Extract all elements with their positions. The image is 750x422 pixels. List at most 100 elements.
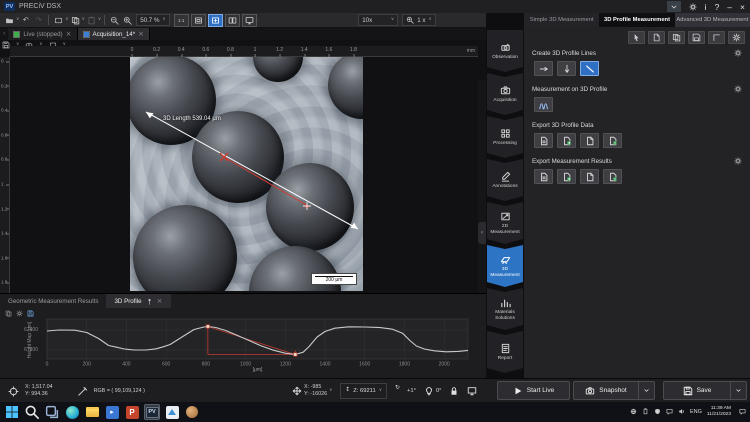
chart-settings-icon[interactable]: [16, 310, 23, 317]
measurement-overlay[interactable]: [130, 57, 363, 291]
panel-tab[interactable]: Advanced 3D Measurement: [675, 13, 750, 27]
workflow-step-processing[interactable]: Processing: [487, 116, 523, 158]
paste-button[interactable]: [85, 14, 98, 27]
objective-select[interactable]: 10x ∨: [358, 14, 398, 26]
panel-tab[interactable]: Simple 3D Measurement: [524, 13, 599, 27]
copy-chart-icon[interactable]: [5, 310, 12, 317]
copy-file-button[interactable]: [648, 31, 665, 44]
taskbar-task-view-icon[interactable]: [44, 404, 60, 420]
workflow-step-3d-measurement[interactable]: 3D Measurement: [487, 245, 523, 287]
taskbar-file-explorer-icon[interactable]: [84, 404, 100, 420]
volume-tray-icon[interactable]: [678, 408, 685, 415]
stage-xy-control[interactable]: X: -985Y: -16026 ∨: [292, 384, 332, 398]
duplicate-file-button[interactable]: [668, 31, 685, 44]
security-tray-icon[interactable]: [654, 408, 661, 415]
snapshot-button[interactable]: Snapshot: [573, 381, 655, 400]
save-button[interactable]: Save: [663, 381, 747, 400]
chevron-icon: [735, 387, 742, 394]
clock[interactable]: 11:39 AM11/21/2023: [707, 406, 731, 418]
taskbar-start-icon[interactable]: [4, 404, 20, 420]
undo-button[interactable]: ↶: [19, 14, 32, 27]
result-tab[interactable]: 3D Profile×: [106, 294, 170, 308]
redo-button[interactable]: ↷: [32, 14, 45, 27]
document-tab[interactable]: Acquisition_14*×: [78, 28, 151, 40]
z-position-control[interactable]: ↕ Z: 69211 ∨: [340, 383, 387, 399]
lock-control[interactable]: [449, 386, 459, 396]
taskbar-movies-app-icon[interactable]: ▸: [104, 404, 120, 420]
select-cursor-button[interactable]: [628, 31, 645, 44]
save-file-button[interactable]: [688, 31, 705, 44]
ribbon-collapse-button[interactable]: [667, 1, 681, 12]
rotation-control[interactable]: ↻ +1°: [395, 386, 416, 396]
taskbar-photos-icon[interactable]: [164, 404, 180, 420]
section-gear-icon[interactable]: [734, 157, 742, 165]
close-button[interactable]: ×: [740, 2, 745, 12]
info-button[interactable]: i: [705, 2, 707, 12]
usb-tray-icon[interactable]: [642, 408, 649, 415]
taskbar-search-icon[interactable]: [24, 404, 40, 420]
taskbar-edge-icon[interactable]: [64, 404, 80, 420]
taskbar-preciv-app-icon[interactable]: PV: [144, 404, 160, 420]
close-tab-icon[interactable]: ×: [66, 31, 72, 38]
export-file-plain-button[interactable]: [580, 133, 599, 148]
network-tray-icon[interactable]: [630, 408, 637, 415]
section-gear-icon[interactable]: [734, 49, 742, 57]
language-indicator[interactable]: ENG: [690, 409, 702, 415]
free-profile-line-button[interactable]: [580, 61, 599, 76]
display-control[interactable]: [467, 386, 477, 396]
copy-button[interactable]: [69, 14, 82, 27]
zoom-in-button[interactable]: [121, 14, 134, 27]
settings-gear-icon[interactable]: [689, 2, 697, 12]
zoom-percent-select[interactable]: 50.7 % ∨: [136, 14, 170, 26]
microscope-image[interactable]: 3D Length 539.04 μm 200 μm: [130, 57, 363, 291]
export-file-green2-button[interactable]: [603, 169, 622, 184]
digital-zoom-select[interactable]: 1 x ∨: [402, 14, 436, 26]
display-monitor-button[interactable]: [242, 14, 257, 27]
workflow-step-report[interactable]: Report: [487, 331, 523, 373]
export-file-lines-button[interactable]: [534, 133, 553, 148]
actual-size-button[interactable]: 1:1: [174, 14, 189, 27]
panel-tab[interactable]: 3D Profile Measurement: [599, 13, 674, 27]
save-dropdown[interactable]: [730, 382, 746, 399]
workflow-step-materials-solutions[interactable]: Materials Solutions: [487, 288, 523, 330]
close-tab-icon[interactable]: ×: [138, 31, 144, 38]
start-live-button[interactable]: Start Live: [497, 381, 570, 400]
close-tab-icon[interactable]: ×: [157, 298, 163, 305]
workflow-step-2d-measurement[interactable]: 2D Measurement: [487, 202, 523, 244]
overview-button[interactable]: [191, 14, 206, 27]
export-file-green2-button[interactable]: [603, 133, 622, 148]
illumination-control[interactable]: 0°: [424, 386, 442, 396]
notifications-icon[interactable]: [739, 408, 746, 415]
export-file-lines-button[interactable]: [534, 169, 553, 184]
profile-waveform-button[interactable]: [534, 97, 553, 112]
minimize-button[interactable]: –: [727, 2, 732, 12]
workflow-step-annotations[interactable]: Annotations: [487, 159, 523, 201]
fit-fill-icon: [211, 16, 220, 25]
corner-angle-button[interactable]: [708, 31, 725, 44]
help-button[interactable]: ?: [715, 2, 720, 12]
zoom-out-button[interactable]: [108, 14, 121, 27]
result-tab[interactable]: Geometric Measurement Results: [0, 294, 106, 308]
taskbar-paint3d-icon[interactable]: [184, 404, 200, 420]
marquee-select-button[interactable]: [52, 14, 65, 27]
profile-chart[interactable]: 0200400600800100012001400160018002000[μm…: [43, 316, 478, 372]
export-file-green-button[interactable]: [557, 133, 576, 148]
save-view-icon[interactable]: [2, 41, 10, 49]
snapshot-dropdown[interactable]: [638, 382, 654, 399]
fit-to-window-button[interactable]: [208, 14, 223, 27]
chat-tray-icon[interactable]: [666, 408, 673, 415]
open-file-button[interactable]: [3, 14, 16, 27]
export-file-green-button[interactable]: [557, 169, 576, 184]
workflow-step-observation[interactable]: Observation: [487, 30, 523, 72]
gear-button[interactable]: [728, 31, 745, 44]
workflow-step-acquisition[interactable]: Acquisition: [487, 73, 523, 115]
section-gear-icon[interactable]: [734, 85, 742, 93]
horizontal-profile-line-button[interactable]: [534, 61, 553, 76]
document-tab[interactable]: Live (stopped)×: [8, 28, 77, 40]
tab-scroll-left-icon[interactable]: ‹: [0, 31, 8, 37]
taskbar-powerpoint-icon[interactable]: P: [124, 404, 140, 420]
split-view-button[interactable]: [225, 14, 240, 27]
vertical-profile-line-button[interactable]: [557, 61, 576, 76]
collapse-panel-handle[interactable]: ‹: [478, 222, 486, 244]
export-file-plain-button[interactable]: [580, 169, 599, 184]
